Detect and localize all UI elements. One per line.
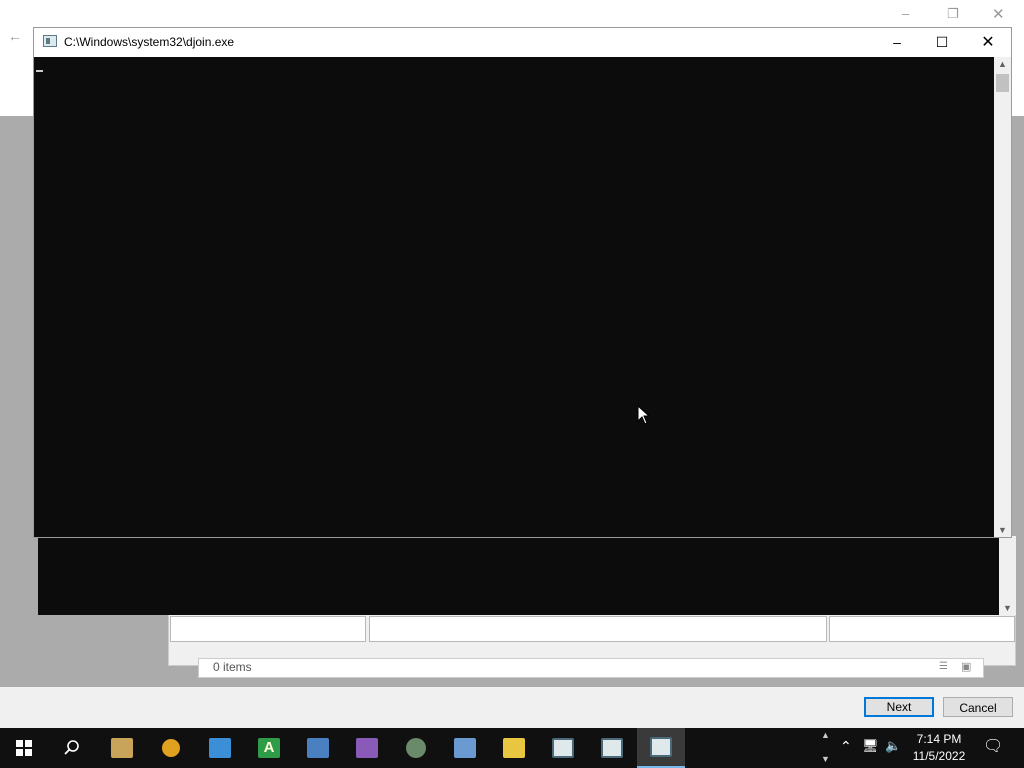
navigation-pane[interactable] [170, 616, 366, 642]
title-bar[interactable]: C:\Windows\system32\djoin.exe – ☐ ✕ [34, 28, 1011, 57]
scroll-thumb[interactable] [996, 74, 1009, 92]
search-button[interactable] [48, 728, 96, 768]
font-a-icon: A [258, 738, 280, 758]
window-app-icon [650, 737, 672, 757]
window-app-icon [601, 738, 623, 758]
status-bar: 0 items ☰ ▣ [198, 658, 984, 678]
details-view-icon[interactable]: ☰ [939, 661, 948, 672]
window-app-icon [552, 738, 574, 758]
scroll-up-icon[interactable]: ▲ [994, 59, 1011, 69]
console-window[interactable]: C:\Windows\system32\djoin.exe – ☐ ✕ ▲ ▼ [33, 27, 1012, 538]
taskbar-scroll-up-icon[interactable]: ▲ [821, 730, 830, 740]
taskbar-app[interactable] [294, 728, 342, 768]
scrollbar[interactable]: ▼ [999, 536, 1016, 615]
taskbar-app[interactable] [588, 728, 636, 768]
clock-date: 11/5/2022 [912, 749, 966, 763]
network-icon[interactable]: 🖥 [862, 738, 879, 754]
list-pane[interactable] [369, 616, 827, 642]
vertical-scrollbar[interactable]: ▲ ▼ [994, 57, 1011, 537]
restore-icon[interactable]: ❐ [947, 6, 959, 22]
windows-logo-icon [16, 740, 32, 756]
detail-pane[interactable] [829, 616, 1015, 642]
scroll-down-icon[interactable]: ▼ [994, 525, 1011, 535]
console-icon[interactable] [43, 35, 57, 47]
taskbar-app[interactable] [98, 728, 146, 768]
close-icon[interactable]: ✕ [992, 5, 1005, 23]
search-icon [64, 740, 79, 755]
large-icons-view-icon[interactable]: ▣ [961, 660, 971, 673]
minimize-icon[interactable]: – [874, 28, 920, 57]
network-computer-icon [209, 738, 231, 758]
window-title: C:\Windows\system32\djoin.exe [64, 35, 235, 49]
document-tools-icon [307, 738, 329, 758]
cancel-button[interactable]: Cancel [943, 697, 1013, 717]
taskbar-app[interactable] [539, 728, 587, 768]
maximize-icon[interactable]: ☐ [919, 28, 965, 57]
phone-icon [503, 738, 525, 758]
scroll-down-icon[interactable]: ▼ [999, 603, 1016, 613]
close-icon[interactable]: ✕ [965, 28, 1011, 57]
printer-computer-icon [454, 738, 476, 758]
console-window-background: ▼ [38, 536, 1016, 615]
clock-time: 7:14 PM [916, 732, 962, 746]
text-cursor [36, 70, 43, 72]
taskbar-scroll-down-icon[interactable]: ▼ [821, 754, 830, 764]
volume-icon[interactable]: 🔈 [885, 738, 901, 754]
next-button[interactable]: Next [864, 697, 934, 717]
taskbar-app[interactable] [441, 728, 489, 768]
clock[interactable]: 7:14 PM 11/5/2022 [906, 731, 972, 765]
back-arrow-icon[interactable]: ← [8, 28, 22, 44]
items-count: 0 items [213, 660, 252, 674]
taskbar-app-active[interactable] [637, 728, 685, 768]
magnifier-key-icon [162, 739, 180, 757]
start-button[interactable] [0, 728, 48, 768]
show-hidden-icons-icon[interactable]: ⌃ [840, 738, 852, 755]
action-center-icon[interactable]: 🗨 [983, 736, 1003, 756]
mouse-pointer-icon [637, 405, 651, 425]
disc-icon [406, 738, 426, 758]
file-cabinet-icon [111, 738, 133, 758]
taskbar-app[interactable] [196, 728, 244, 768]
taskbar-app[interactable] [392, 728, 440, 768]
taskbar: A ▲ ▼ ⌃ 🖥 🔈 7:14 PM 11/5/2022 🗨 [0, 728, 1024, 768]
taskbar-app[interactable] [343, 728, 391, 768]
minimize-icon[interactable]: – [902, 6, 909, 21]
terminal-area[interactable] [34, 57, 994, 537]
taskbar-app[interactable] [147, 728, 195, 768]
taskbar-app[interactable]: A [245, 728, 293, 768]
bookmark-icon [356, 738, 378, 758]
taskbar-app[interactable] [490, 728, 538, 768]
